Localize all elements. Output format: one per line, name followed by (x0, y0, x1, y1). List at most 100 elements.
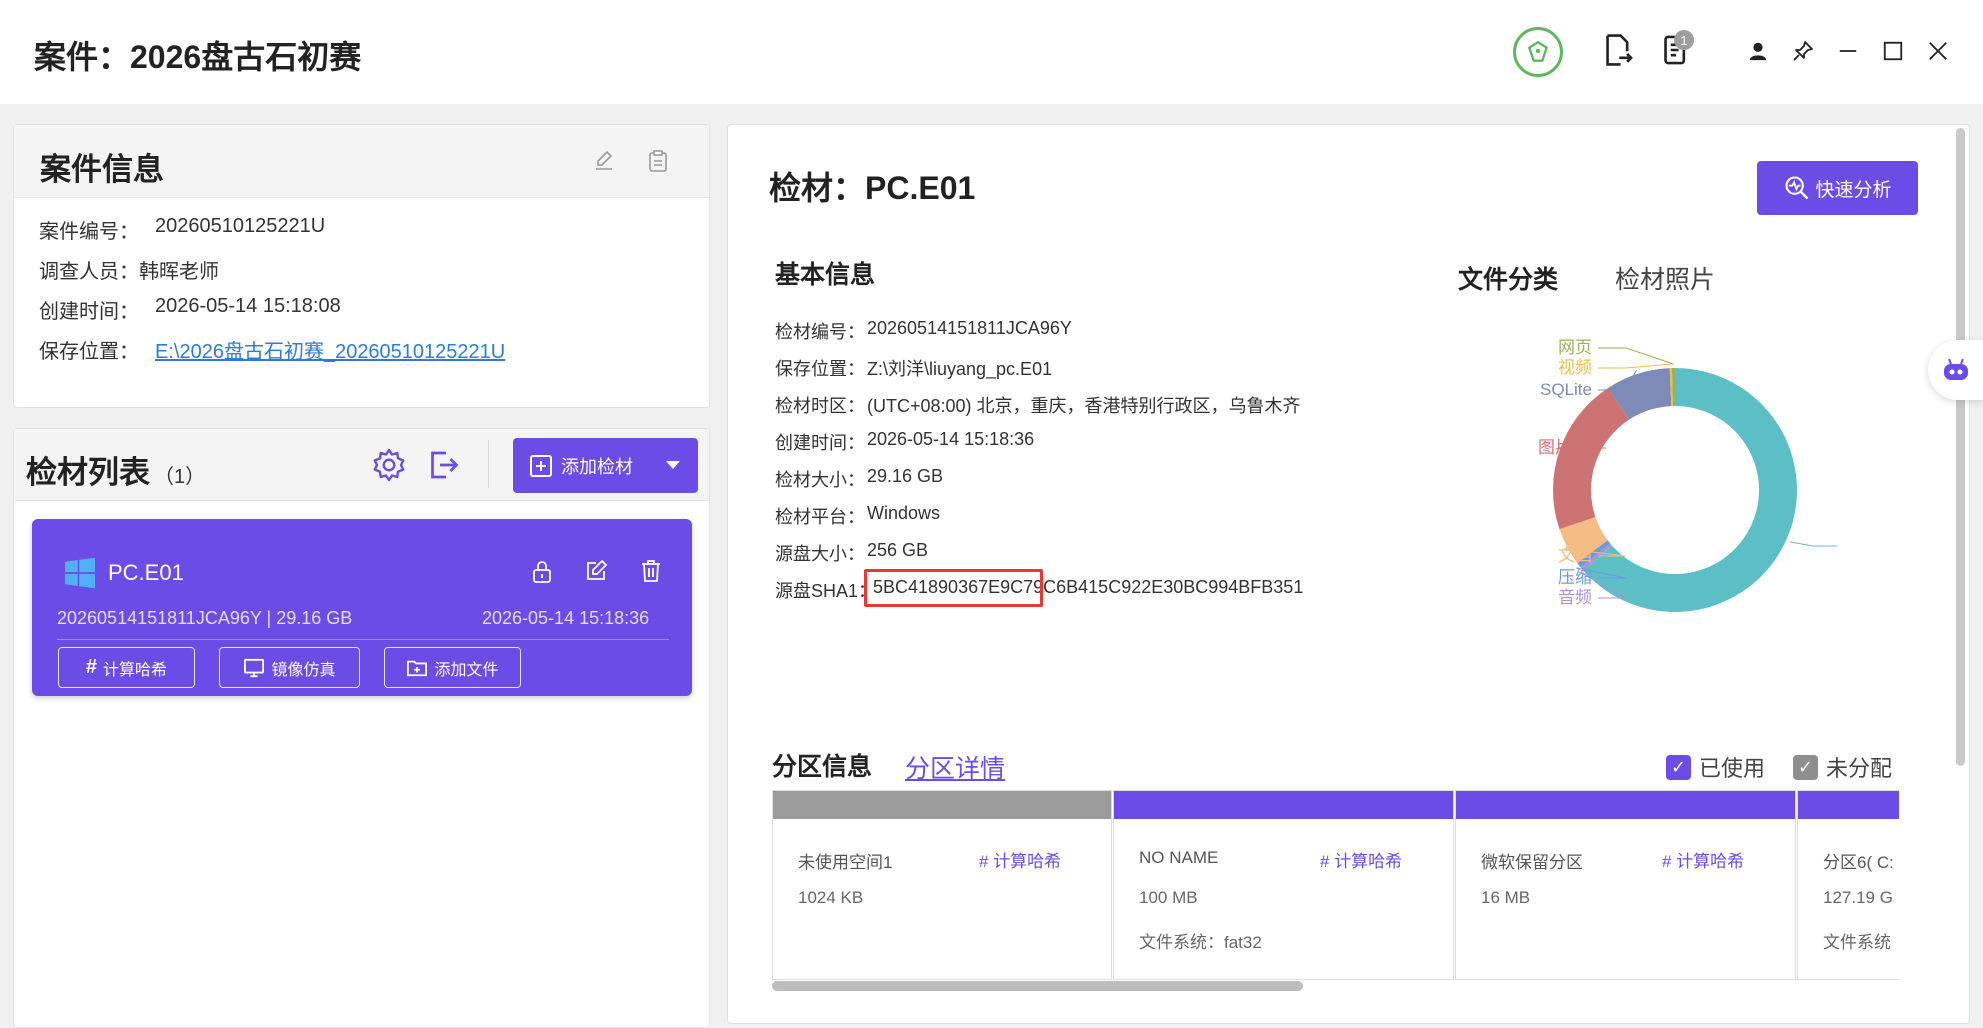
lock-icon[interactable] (530, 559, 554, 585)
mirror-emulation-label: 镜像仿真 (271, 661, 336, 679)
created-time-row: 创建时间： 2026-05-14 15:18:08 (39, 295, 341, 324)
investigator-label: 调查人员： (39, 261, 139, 283)
save-location-row: 保存位置： E:\2026盘古石初赛_20260510125221U (39, 335, 505, 364)
pin-icon[interactable] (1783, 31, 1823, 71)
notification-badge: 1 (1674, 30, 1694, 50)
evidence-count: （1） (154, 466, 206, 488)
field-label: 检材编号： (775, 322, 865, 342)
save-location-link[interactable]: E:\2026盘古石初赛_20260510125221U (155, 335, 505, 364)
field-label: 检材大小： (775, 470, 865, 490)
partition-card[interactable]: NO NAME # 计算哈希 100 MB 文件系统：fat32 (1113, 790, 1454, 980)
compute-hash-button[interactable]: # 计算哈希 (58, 647, 195, 688)
vertical-scrollbar[interactable] (1956, 128, 1965, 766)
created-time-value: 2026-05-14 15:18:08 (155, 295, 341, 317)
donut-label: 文档 (1558, 546, 1592, 565)
partition-size: 16 MB (1481, 888, 1531, 907)
case-id-value: 20260510125221U (155, 215, 326, 237)
field-value: (UTC+08:00) 北京，重庆，香港特别行政区，乌鲁木齐 (867, 396, 1301, 416)
partition-card[interactable]: 微软保留分区 # 计算哈希 16 MB (1455, 790, 1796, 980)
tab-file-category[interactable]: 文件分类 (1458, 260, 1558, 296)
donut-label-line (1598, 363, 1671, 369)
status-shield-icon[interactable] (1513, 27, 1563, 77)
partition-title: 分区信息 (772, 753, 873, 781)
quick-analysis-button[interactable]: 快速分析 (1757, 161, 1918, 215)
mirror-emulation-button[interactable]: 镜像仿真 (219, 647, 360, 688)
partition-name: 分区6( C: (1823, 853, 1894, 872)
partition-hash-link[interactable]: # 计算哈希 (1320, 847, 1402, 872)
delete-evidence-icon[interactable] (639, 558, 663, 584)
partition-hash-label: 计算哈希 (1676, 852, 1745, 871)
sha1-highlight-box (864, 569, 1043, 607)
evidence-list-title: 检材列表 (26, 455, 150, 490)
export-file-icon[interactable] (1598, 30, 1638, 70)
partition-size: 127.19 G (1823, 888, 1893, 907)
field-label: 检材平台： (775, 507, 865, 527)
partition-details-link[interactable]: 分区详情 (905, 749, 1005, 785)
user-icon[interactable] (1738, 31, 1778, 71)
partition-name: 未使用空间1 (798, 853, 893, 872)
evidence-list-panel (13, 428, 710, 1028)
partition-hash-link[interactable]: # 计算哈希 (1662, 847, 1744, 872)
field-value: 29.16 GB (867, 466, 944, 486)
partition-header (1798, 791, 1899, 819)
hash-icon: # (85, 656, 98, 678)
donut-label-line (1789, 541, 1837, 547)
clipboard-icon[interactable] (647, 149, 669, 173)
evidence-list-heading: 检材列表 （1） (26, 447, 205, 492)
assistant-robot-icon[interactable] (1928, 340, 1983, 400)
donut-label: 视频 (1558, 358, 1592, 377)
partition-card[interactable]: 未使用空间1 # 计算哈希 1024 KB (772, 790, 1112, 980)
settings-gear-icon[interactable] (371, 447, 407, 483)
windows-logo-icon (62, 555, 98, 591)
field-label: 保存位置： (775, 359, 865, 379)
export-evidence-icon[interactable] (425, 447, 461, 483)
unallocated-checkbox[interactable]: ✓ 未分配 (1793, 747, 1897, 783)
evidence-name: PC.E01 (108, 560, 184, 585)
horizontal-scrollbar[interactable] (772, 981, 1303, 991)
card-divider (57, 639, 669, 640)
donut-label: 网页 (1558, 338, 1592, 357)
field-value: Z:\刘洋\liuyang_pc.E01 (867, 359, 1053, 379)
field-label: 创建时间： (775, 433, 865, 453)
add-file-button[interactable]: 添加文件 (384, 647, 521, 688)
field-value: Windows (867, 503, 941, 523)
add-square-icon (530, 454, 552, 477)
investigator-value: 韩晖老师 (139, 261, 219, 283)
partition-header (1456, 791, 1795, 819)
partition-header (1114, 791, 1453, 819)
investigator-row: 调查人员： 韩晖老师 (39, 255, 219, 284)
file-category-donut-chart: 音频压缩 文档 图片 SQLite 视频网页 (1538, 338, 1837, 612)
sha1-label: 源盘SHA1： (775, 581, 877, 601)
add-file-label: 添加文件 (434, 661, 499, 679)
edit-case-icon[interactable] (592, 149, 616, 173)
tab-evidence-photos[interactable]: 检材照片 (1615, 260, 1715, 296)
partition-name: NO NAME (1139, 848, 1219, 867)
evidence-meta: 20260514151811JCA96Y | 29.16 GB (57, 608, 353, 628)
partition-card[interactable]: 分区6( C: 127.19 G 文件系统 (1797, 790, 1899, 980)
unallocated-label: 未分配 (1826, 756, 1893, 781)
maximize-icon[interactable] (1873, 31, 1913, 71)
evidence-title: 检材：PC.E01 (769, 170, 976, 206)
case-id-label: 案件编号： (39, 221, 139, 243)
field-created-time: 创建时间： 2026-05-14 15:18:36 (775, 429, 1034, 455)
edit-evidence-icon[interactable] (584, 559, 608, 583)
sha1-rest: 79C6B415C922E30BC994BFB351 (1023, 577, 1304, 597)
donut-label: SQLite (1540, 380, 1592, 399)
field-label: 检材时区： (775, 396, 865, 416)
close-icon[interactable] (1918, 31, 1958, 71)
add-folder-icon (407, 660, 428, 676)
donut-slice-3[interactable] (1553, 387, 1630, 530)
field-value: 2026-05-14 15:18:36 (867, 429, 1035, 449)
minimize-icon[interactable] (1828, 31, 1868, 71)
add-evidence-label: 添加检材 (561, 456, 633, 477)
partition-header (773, 791, 1111, 819)
donut-label: 图片 (1538, 438, 1572, 457)
used-checkbox[interactable]: ✓ 已使用 (1666, 751, 1765, 783)
add-evidence-dropdown-icon[interactable] (664, 458, 682, 472)
basic-info-title: 基本信息 (775, 261, 876, 289)
partition-hash-link[interactable]: # 计算哈希 (979, 847, 1061, 872)
save-location-label: 保存位置： (39, 341, 139, 363)
partition-filesystem: 文件系统：fat32 (1139, 933, 1262, 952)
donut-label-line (1598, 347, 1674, 365)
checkmark-icon: ✓ (1793, 754, 1818, 780)
